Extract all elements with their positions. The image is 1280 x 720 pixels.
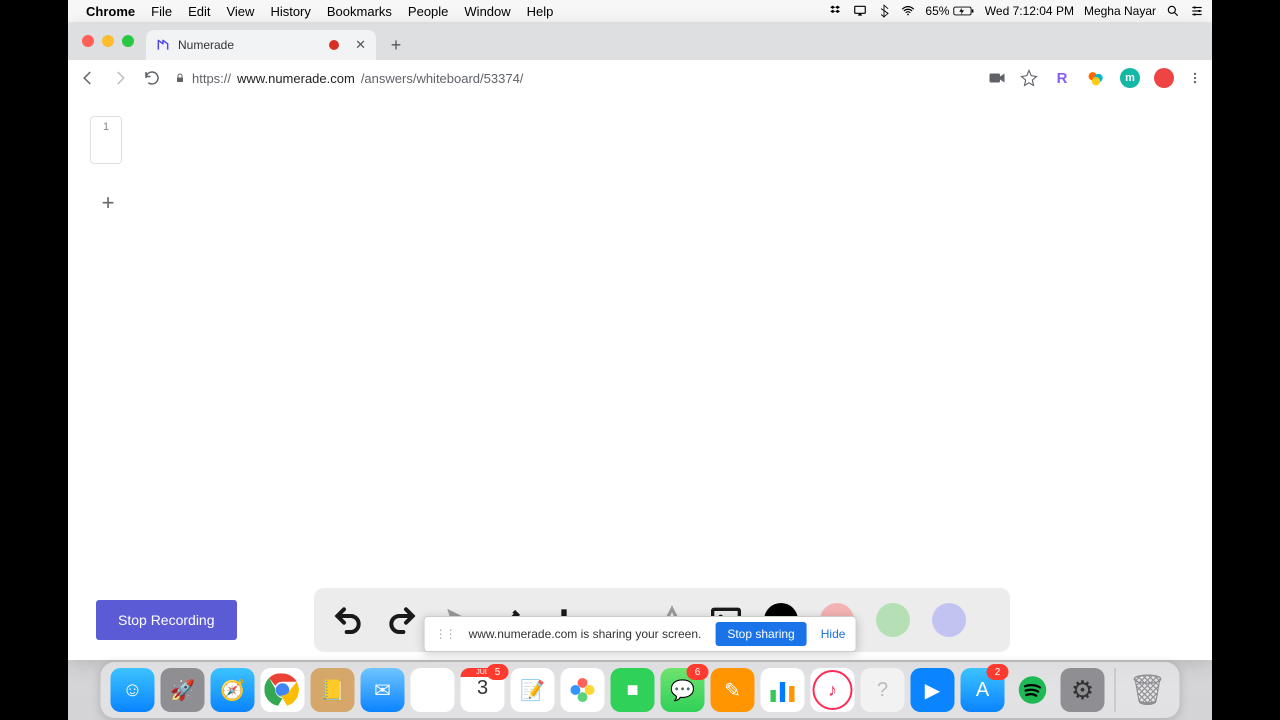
recording-indicator-icon (329, 40, 339, 50)
back-button[interactable] (78, 68, 98, 88)
battery-status[interactable]: 65% (925, 4, 974, 18)
stop-sharing-button[interactable]: Stop sharing (715, 622, 806, 646)
minimize-window-button[interactable] (102, 35, 114, 47)
redo-button[interactable] (386, 604, 418, 636)
undo-button[interactable] (332, 604, 364, 636)
menu-view[interactable]: View (226, 4, 254, 19)
dock-appstore[interactable]: A2 (961, 668, 1005, 712)
color-green[interactable] (876, 603, 910, 637)
menu-history[interactable]: History (270, 4, 310, 19)
extension-m[interactable]: m (1120, 68, 1140, 88)
letterbox-left (0, 0, 68, 720)
chrome-menu-button[interactable] (1188, 69, 1202, 87)
tab-strip: Numerade ✕ + (68, 24, 1212, 60)
dock-finder[interactable]: ☺ (111, 668, 155, 712)
screen-share-bar: ⋮⋮ www.numerade.com is sharing your scre… (424, 616, 857, 652)
dock-badge: 2 (987, 664, 1009, 680)
menu-edit[interactable]: Edit (188, 4, 210, 19)
dock-calendar[interactable]: JUL35 (461, 668, 505, 712)
dock-chrome[interactable] (261, 668, 305, 712)
wifi-icon[interactable] (901, 4, 915, 18)
profile-avatar[interactable] (1154, 68, 1174, 88)
bluetooth-icon[interactable] (877, 4, 891, 18)
browser-tab[interactable]: Numerade ✕ (146, 30, 376, 60)
tab-title: Numerade (178, 38, 234, 52)
dock-contacts[interactable]: 📒 (311, 668, 355, 712)
window-controls (82, 35, 134, 47)
extension-honey[interactable] (1086, 68, 1106, 88)
lock-icon (174, 72, 186, 84)
dock-badge: 6 (687, 664, 709, 680)
slide-thumbnail[interactable]: 1 (90, 116, 122, 164)
browser-toolbar: https:// www.numerade.com/answers/whitebo… (68, 60, 1212, 97)
menu-bookmarks[interactable]: Bookmarks (327, 4, 392, 19)
numerade-favicon-icon (156, 38, 170, 52)
letterbox-right (1212, 0, 1280, 720)
dock-messages[interactable]: 💬6 (661, 668, 705, 712)
mac-menubar: Chrome File Edit View History Bookmarks … (68, 0, 1212, 22)
close-window-button[interactable] (82, 35, 94, 47)
color-purple[interactable] (932, 603, 966, 637)
dock-separator (1115, 668, 1116, 712)
hide-sharebar-button[interactable]: Hide (821, 627, 846, 641)
menu-window[interactable]: Window (464, 4, 510, 19)
mac-dock: ☺🚀🧭 📒✉☑JUL35📝 ■💬6✎ ♪?▶A2 ⚙ 🗑 (101, 662, 1180, 718)
url-host: www.numerade.com (237, 71, 355, 86)
bookmark-star-button[interactable] (1020, 69, 1038, 87)
camera-indicator-icon[interactable] (988, 71, 1006, 85)
dock-itunes[interactable]: ♪ (811, 668, 855, 712)
dock-badge: 5 (487, 664, 509, 680)
dock-spotify[interactable] (1011, 668, 1055, 712)
slide-number: 1 (103, 121, 109, 133)
url-scheme: https:// (192, 71, 231, 86)
extension-r[interactable]: R (1052, 68, 1072, 88)
menu-help[interactable]: Help (527, 4, 554, 19)
dock-photos[interactable] (561, 668, 605, 712)
dropbox-icon[interactable] (829, 4, 843, 18)
dock-launchpad[interactable]: 🚀 (161, 668, 205, 712)
control-center-icon[interactable] (1190, 4, 1204, 18)
dock-safari[interactable]: 🧭 (211, 668, 255, 712)
dock-numbers[interactable] (761, 668, 805, 712)
menu-people[interactable]: People (408, 4, 448, 19)
dock-unknown[interactable]: ? (861, 668, 905, 712)
share-text: www.numerade.com is sharing your screen. (469, 627, 702, 641)
menu-file[interactable]: File (151, 4, 172, 19)
dock-mail[interactable]: ✉ (361, 668, 405, 712)
dock-trash[interactable]: 🗑 (1126, 668, 1170, 712)
drag-grip-icon[interactable]: ⋮⋮ (435, 627, 455, 641)
dock-keynote[interactable]: ▶ (911, 668, 955, 712)
stop-recording-button[interactable]: Stop Recording (96, 600, 237, 640)
dock-facetime[interactable]: ■ (611, 668, 655, 712)
airplay-icon[interactable] (853, 4, 867, 18)
address-bar[interactable]: https:// www.numerade.com/answers/whitebo… (174, 71, 976, 86)
forward-button[interactable] (110, 68, 130, 88)
close-tab-button[interactable]: ✕ (355, 37, 366, 53)
app-menu[interactable]: Chrome (86, 4, 135, 19)
add-slide-button[interactable]: + (98, 194, 118, 214)
spotlight-icon[interactable] (1166, 4, 1180, 18)
reload-button[interactable] (142, 68, 162, 88)
new-tab-button[interactable]: + (384, 33, 408, 57)
whiteboard-page: 1 + Stop Recording (68, 96, 1212, 660)
dock-reminders[interactable]: ☑ (411, 668, 455, 712)
clock[interactable]: Wed 7:12:04 PM (985, 4, 1074, 18)
dock-notes[interactable]: 📝 (511, 668, 555, 712)
dock-settings[interactable]: ⚙ (1061, 668, 1105, 712)
maximize-window-button[interactable] (122, 35, 134, 47)
mac-desktop: Chrome File Edit View History Bookmarks … (68, 0, 1212, 720)
user-name[interactable]: Megha Nayar (1084, 4, 1156, 18)
url-path: /answers/whiteboard/53374/ (361, 71, 524, 86)
chrome-window: Numerade ✕ + https:// www.numerade.com/an… (68, 24, 1212, 660)
dock-pages[interactable]: ✎ (711, 668, 755, 712)
